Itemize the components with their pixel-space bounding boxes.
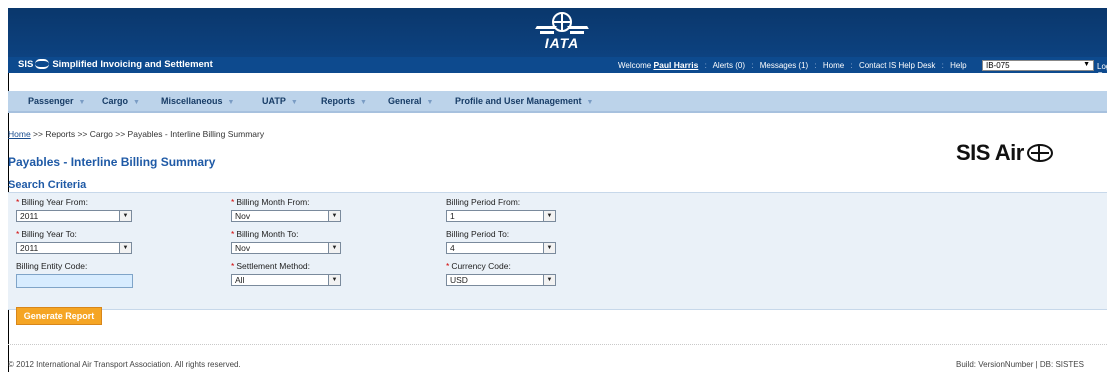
billing-entity-code-input[interactable] (16, 274, 133, 288)
chevron-down-icon: ▼ (290, 99, 298, 106)
logoff-link[interactable]: Log O (1097, 62, 1107, 80)
menu-uatp[interactable]: UATP ▼ (262, 91, 298, 111)
build-info: Build: VersionNumber | DB: SISTES (956, 360, 1084, 369)
breadcrumb-home-link[interactable]: Home (8, 129, 31, 139)
menu-passenger[interactable]: Passenger ▼ (28, 91, 85, 111)
chevron-down-icon: ▼ (119, 243, 131, 253)
billing-year-from-label: * Billing Year From: (16, 197, 88, 207)
billing-entity-code-label: Billing Entity Code: (16, 261, 88, 271)
chevron-down-icon: ▼ (133, 99, 140, 106)
member-select[interactable]: IB-075 ▼ (982, 60, 1094, 71)
billing-month-to-select[interactable]: Nov ▼ (231, 242, 341, 254)
billing-month-to-label: * Billing Month To: (231, 229, 299, 239)
copyright-text: © 2012 International Air Transport Assoc… (8, 360, 241, 369)
brand-title: Simplified Invoicing and Settlement (52, 59, 213, 70)
chevron-down-icon: ▼ (328, 275, 340, 285)
billing-year-to-label: * Billing Year To: (16, 229, 77, 239)
app-brand: SIS Simplified Invoicing and Settlement (18, 59, 213, 70)
menu-reports[interactable]: Reports ▼ (321, 91, 367, 111)
chevron-down-icon: ▼ (119, 211, 131, 221)
user-name-link[interactable]: Paul Harris (653, 60, 698, 70)
help-link[interactable]: Help (950, 61, 966, 70)
currency-code-select[interactable]: USD ▼ (446, 274, 556, 286)
chevron-down-icon: ▼ (586, 99, 594, 106)
menu-cargo[interactable]: Cargo ▼ (102, 91, 140, 111)
breadcrumb-path: >> Reports >> Cargo >> Payables - Interl… (30, 129, 265, 139)
search-criteria-panel: * Billing Year From: 2011 ▼ * Billing Month… (8, 192, 1107, 310)
globe-icon (1026, 144, 1053, 162)
alerts-link[interactable]: Alerts (0) (713, 61, 745, 70)
search-criteria-title: Search Criteria (8, 179, 87, 191)
settlement-method-select[interactable]: All ▼ (231, 274, 341, 286)
billing-month-from-select[interactable]: Nov ▼ (231, 210, 341, 222)
billing-period-from-label: Billing Period From: (446, 197, 521, 207)
header-band: IATA (8, 8, 1107, 57)
billing-month-from-label: * Billing Month From: (231, 197, 310, 207)
brand-prefix: SIS (18, 59, 34, 70)
sis-air-logo: SIS Air (956, 140, 1053, 166)
member-select-value: IB-075 (986, 61, 1010, 70)
billing-period-from-select[interactable]: 1 ▼ (446, 210, 556, 222)
chevron-down-icon: ▼ (227, 99, 235, 106)
app-subbar: SIS Simplified Invoicing and Settlement W… (8, 57, 1107, 73)
footer-divider (8, 344, 1107, 345)
chevron-down-icon: ▼ (543, 211, 555, 221)
menu-profile-user-management[interactable]: Profile and User Management ▼ (455, 91, 593, 111)
help-desk-link[interactable]: Contact IS Help Desk (859, 61, 935, 70)
app-window: IATA SIS Simplified Invoicing and Settlem… (8, 8, 1107, 372)
billing-year-to-select[interactable]: 2011 ▼ (16, 242, 132, 254)
home-link[interactable]: Home (823, 61, 844, 70)
chevron-down-icon: ▼ (543, 243, 555, 253)
currency-code-label: * Currency Code: (446, 261, 511, 271)
menu-general[interactable]: General ▼ (388, 91, 433, 111)
billing-period-to-select[interactable]: 4 ▼ (446, 242, 556, 254)
iata-logo: IATA (534, 12, 590, 54)
settlement-method-label: * Settlement Method: (231, 261, 311, 271)
iata-wordmark: IATA (544, 35, 580, 51)
chevron-down-icon: ▼ (78, 99, 86, 106)
menu-miscellaneous[interactable]: Miscellaneous ▼ (161, 91, 234, 111)
breadcrumb: Home >> Reports >> Cargo >> Payables - I… (8, 129, 264, 139)
globe-icon (552, 12, 572, 32)
welcome-text: Welcome (618, 61, 652, 70)
billing-year-from-select[interactable]: 2011 ▼ (16, 210, 132, 222)
messages-link[interactable]: Messages (1) (760, 61, 808, 70)
chevron-down-icon: ▼ (543, 275, 555, 285)
main-menu: Passenger ▼ Cargo ▼ Miscellaneous ▼ UATP ▼ R… (8, 91, 1107, 113)
chevron-down-icon: ▼ (360, 99, 367, 106)
chevron-down-icon: ▼ (328, 243, 340, 253)
page-title: Payables - Interline Billing Summary (8, 155, 216, 169)
sis-logo-icon (35, 59, 50, 69)
generate-report-button[interactable]: Generate Report (16, 307, 102, 325)
chevron-down-icon: ▼ (1083, 61, 1090, 68)
user-nav: Welcome Paul Harris : Alerts (0) : Messa… (618, 60, 967, 70)
billing-period-to-label: Billing Period To: (446, 229, 510, 239)
chevron-down-icon: ▼ (328, 211, 340, 221)
chevron-down-icon: ▼ (426, 99, 434, 106)
